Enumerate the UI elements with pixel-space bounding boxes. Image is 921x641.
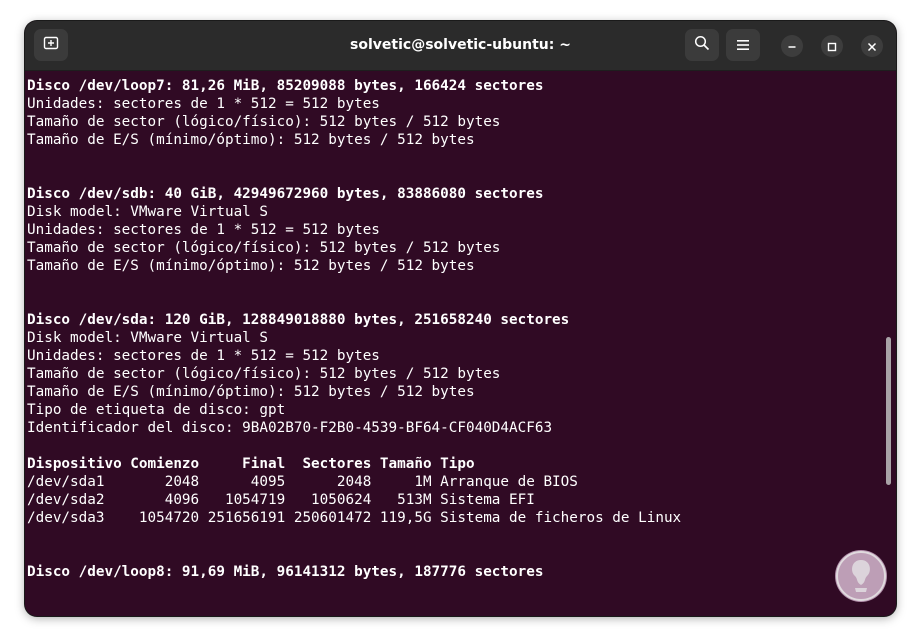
terminal-line: /dev/sda2 4096 1054719 1050624 513M Sist… [27, 492, 535, 508]
menu-button[interactable] [726, 29, 760, 61]
terminal-window: solvetic@solvetic-ubuntu: ~ Disco /dev/l… [25, 21, 896, 616]
terminal-line: Disco /dev/loop7: 81,26 MiB, 85209088 by… [27, 78, 544, 94]
terminal-line: Disco /dev/loop8: 91,69 MiB, 96141312 by… [27, 564, 544, 580]
maximize-button[interactable] [821, 35, 843, 57]
minimize-icon [787, 37, 797, 56]
terminal-line: Identificador del disco: 9BA02B70-F2B0-4… [27, 420, 553, 436]
vertical-scrollbar[interactable] [886, 337, 891, 485]
close-icon [867, 37, 877, 56]
terminal-line: Tamaño de sector (lógico/físico): 512 by… [27, 240, 501, 256]
search-button[interactable] [685, 29, 719, 61]
terminal-line: Tamaño de E/S (mínimo/óptimo): 512 bytes… [27, 384, 475, 400]
maximize-icon [827, 37, 837, 56]
new-tab-icon [43, 35, 59, 55]
close-button[interactable] [861, 35, 883, 57]
terminal-line: Disk model: VMware Virtual S [27, 330, 269, 346]
hamburger-menu-icon [736, 36, 750, 55]
search-icon [694, 35, 710, 55]
terminal-line: Unidades: sectores de 1 * 512 = 512 byte… [27, 348, 380, 364]
minimize-button[interactable] [781, 35, 803, 57]
terminal-line: Disk model: VMware Virtual S [27, 204, 269, 220]
terminal-line: Tipo de etiqueta de disco: gpt [27, 402, 286, 418]
terminal-output: Disco /dev/loop7: 81,26 MiB, 85209088 by… [27, 77, 681, 581]
terminal-line: /dev/sda3 1054720 251656191 250601472 11… [27, 510, 682, 526]
terminal-line: Tamaño de sector (lógico/físico): 512 by… [27, 114, 501, 130]
terminal-line: Disco /dev/sdb: 40 GiB, 42949672960 byte… [27, 186, 544, 202]
terminal-line: Tamaño de E/S (mínimo/óptimo): 512 bytes… [27, 258, 475, 274]
window-title: solvetic@solvetic-ubuntu: ~ [350, 37, 571, 53]
terminal-line: Dispositivo Comienzo Final Sectores Tama… [27, 456, 475, 472]
terminal-line: Unidades: sectores de 1 * 512 = 512 byte… [27, 96, 380, 112]
terminal-line: Tamaño de sector (lógico/físico): 512 by… [27, 366, 501, 382]
new-tab-button[interactable] [34, 29, 68, 61]
terminal-line: Disco /dev/sda: 120 GiB, 128849018880 by… [27, 312, 570, 328]
solvetic-logo-icon [835, 550, 887, 602]
terminal-line: Unidades: sectores de 1 * 512 = 512 byte… [27, 222, 380, 238]
title-bar: solvetic@solvetic-ubuntu: ~ [25, 21, 896, 71]
terminal-line: Tamaño de E/S (mínimo/óptimo): 512 bytes… [27, 132, 475, 148]
terminal-line: /dev/sda1 2048 4095 2048 1M Arranque de … [27, 474, 578, 490]
